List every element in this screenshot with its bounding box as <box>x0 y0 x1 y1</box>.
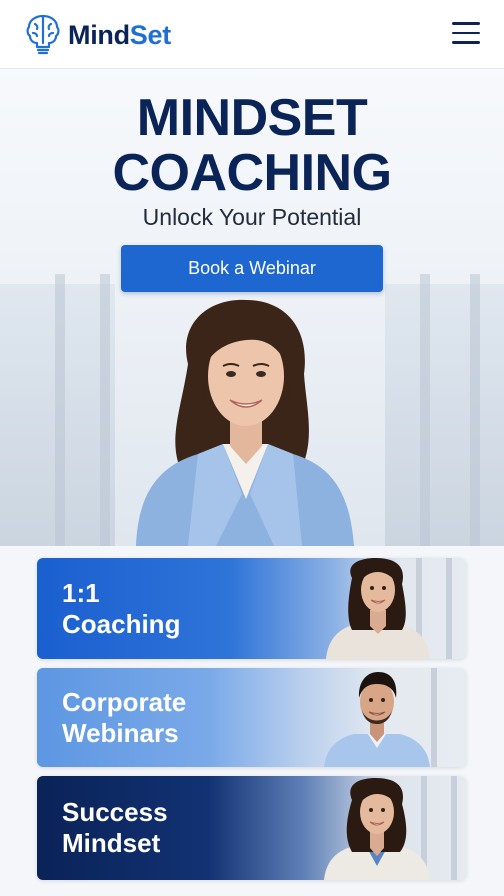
logo[interactable]: MindSet <box>24 12 171 58</box>
service-card-label: Success Mindset <box>62 797 168 859</box>
hero-coach-photo <box>136 299 354 546</box>
background-pillar <box>55 274 65 546</box>
brain-lightbulb-icon <box>26 14 60 55</box>
hero-title-line2: COACHING <box>112 144 392 202</box>
background-window <box>385 284 504 546</box>
hero-title: MINDSET COACHING <box>0 91 504 201</box>
service-card-label-line2: Mindset <box>62 828 161 858</box>
logo-text-mind: Mind <box>68 19 130 50</box>
service-card-success-mindset[interactable]: Success Mindset <box>37 776 466 880</box>
logo-wordmark: MindSet <box>68 20 171 51</box>
service-card-label-line1: Corporate <box>62 687 187 717</box>
top-navigation-bar: MindSet <box>0 0 504 69</box>
service-card-label-line1: Success <box>62 797 168 827</box>
coach-photo-female <box>326 558 452 659</box>
coach-photo-female <box>324 776 457 880</box>
logo-text-set: Set <box>129 19 171 50</box>
hero-title-line1: MINDSET <box>136 89 368 147</box>
background-pillar <box>470 274 480 546</box>
service-card-label: 1:1 Coaching <box>62 578 180 640</box>
hero-subtitle: Unlock Your Potential <box>142 204 362 230</box>
book-webinar-button[interactable]: Book a Webinar <box>121 245 383 292</box>
background-pillar <box>100 274 110 546</box>
coach-photo-male <box>324 668 437 767</box>
service-card-corporate-webinars[interactable]: Corporate Webinars <box>37 668 466 767</box>
hamburger-menu-icon[interactable] <box>452 22 480 48</box>
hero-section: MINDSET COACHING Unlock Your Potential B… <box>0 69 504 546</box>
service-card-label: Corporate Webinars <box>62 687 186 749</box>
service-card-label-line1: 1:1 <box>62 578 100 608</box>
background-pillar <box>420 274 430 546</box>
service-card-label-line2: Coaching <box>62 609 181 639</box>
service-card-1-1-coaching[interactable]: 1:1 Coaching <box>37 558 466 659</box>
service-card-label-line2: Webinars <box>62 718 179 748</box>
